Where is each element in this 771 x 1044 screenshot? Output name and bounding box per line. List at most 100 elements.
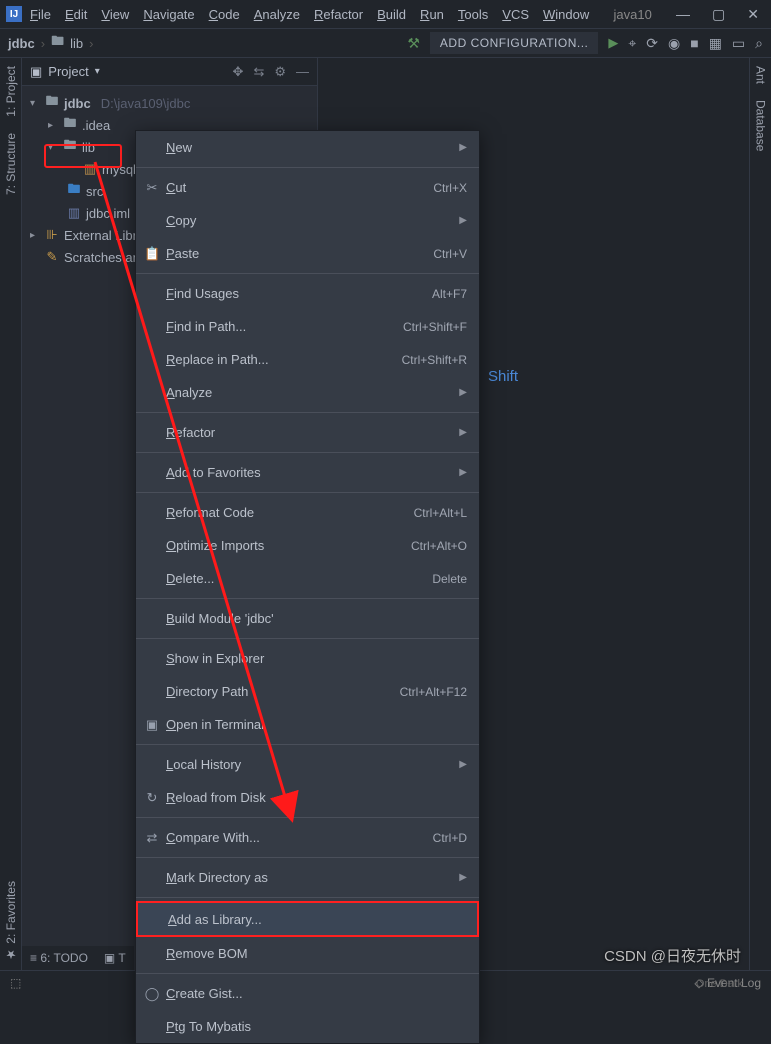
breadcrumb: jdbc › 🖿 lib ›	[8, 32, 93, 54]
context-menu-item[interactable]: Copy▶	[136, 204, 479, 237]
menu-analyze[interactable]: Analyze	[254, 7, 300, 22]
context-menu-item[interactable]: Mark Directory as▶	[136, 861, 479, 894]
scratch-icon: ✎	[44, 249, 60, 265]
menu-file[interactable]: File	[30, 7, 51, 22]
context-menu-item[interactable]: New▶	[136, 131, 479, 164]
source-folder-icon: 🖿	[66, 180, 82, 202]
git-icon[interactable]: ▦	[709, 35, 722, 52]
menu-shortcut: Ctrl+D	[433, 831, 467, 845]
context-menu-item[interactable]: ↻Reload from Disk	[136, 781, 479, 814]
toolbar: jdbc › 🖿 lib › ⚒ ADD CONFIGURATION... ▶ …	[0, 28, 771, 58]
context-menu-item[interactable]: ⇄Compare With...Ctrl+D	[136, 821, 479, 854]
chevron-right-icon[interactable]: ▸	[30, 230, 40, 241]
menu-view[interactable]: View	[101, 7, 129, 22]
breadcrumb-child[interactable]: lib	[70, 36, 83, 51]
context-menu-separator	[136, 897, 479, 898]
menu-edit[interactable]: Edit	[65, 7, 87, 22]
chevron-right-icon: ▶	[459, 142, 467, 153]
app-logo-icon: IJ	[6, 6, 22, 22]
close-button[interactable]: ✕	[747, 6, 759, 23]
profile-icon[interactable]: ◉	[668, 35, 680, 52]
target-icon[interactable]: ✥	[233, 64, 244, 80]
chevron-down-icon[interactable]: ▾	[30, 98, 40, 109]
window-controls: — ▢ ✕	[676, 6, 765, 23]
context-menu-item[interactable]: Directory PathCtrl+Alt+F12	[136, 675, 479, 708]
chevron-right-icon: ▶	[459, 215, 467, 226]
chevron-right-icon: ▶	[459, 427, 467, 438]
context-menu-item[interactable]: Find in Path...Ctrl+Shift+F	[136, 310, 479, 343]
context-menu-separator	[136, 598, 479, 599]
hide-icon[interactable]: —	[296, 64, 309, 80]
build-icon[interactable]: ⚒	[407, 35, 420, 52]
stop-icon[interactable]: ■	[690, 35, 698, 51]
menu-tools[interactable]: Tools	[458, 7, 488, 22]
bottom-tool-tabs: ≡ 6: TODO ▣ T	[22, 946, 134, 970]
context-menu-item[interactable]: Optimize ImportsCtrl+Alt+O	[136, 529, 479, 562]
bottom-tab-terminal[interactable]: ▣ T	[104, 951, 126, 965]
menu-lead-icon: ↻	[144, 790, 160, 806]
breadcrumb-root[interactable]: jdbc	[8, 36, 35, 51]
context-menu-item[interactable]: Remove BOM	[136, 937, 479, 970]
menu-code[interactable]: Code	[209, 7, 240, 22]
bottom-tab-todo[interactable]: ≡ 6: TODO	[30, 951, 88, 965]
title-right: java10	[613, 7, 651, 22]
side-tab-project[interactable]: 1: Project	[2, 58, 20, 125]
menu-navigate[interactable]: Navigate	[143, 7, 194, 22]
breadcrumb-sep-icon: ›	[41, 36, 45, 51]
main-menu: File Edit View Navigate Code Analyze Refactor B…	[30, 7, 589, 22]
context-menu-item[interactable]: Replace in Path...Ctrl+Shift+R	[136, 343, 479, 376]
context-menu-item[interactable]: Show in Explorer	[136, 642, 479, 675]
context-menu-item[interactable]: Add to Favorites▶	[136, 456, 479, 489]
add-configuration-button[interactable]: ADD CONFIGURATION...	[430, 32, 598, 54]
context-menu-separator	[136, 744, 479, 745]
coverage-icon[interactable]: ⟳	[646, 35, 658, 52]
context-menu-separator	[136, 167, 479, 168]
side-tab-favorites[interactable]: ★2: Favorites	[2, 873, 20, 970]
menu-lead-icon: ✂	[144, 180, 160, 196]
window-title-trail: java10	[613, 7, 651, 22]
run-icon[interactable]: ▶	[608, 35, 618, 51]
menu-shortcut: Ctrl+Alt+F12	[400, 685, 467, 699]
context-menu-item[interactable]: ▣Open in Terminal	[136, 708, 479, 741]
layout-icon[interactable]: ▭	[732, 35, 745, 52]
left-gutter: 1: Project 7: Structure ★2: Favorites	[0, 58, 22, 970]
side-tab-database[interactable]: Database	[752, 92, 770, 159]
context-menu-separator	[136, 817, 479, 818]
menu-window[interactable]: Window	[543, 7, 589, 22]
menu-shortcut: Delete	[432, 572, 467, 586]
gear-icon[interactable]: ⚙	[274, 64, 286, 80]
context-menu-item[interactable]: ✂CutCtrl+X	[136, 171, 479, 204]
chevron-right-icon[interactable]: ▸	[48, 120, 58, 131]
menu-vcs[interactable]: VCS	[502, 7, 529, 22]
menu-build[interactable]: Build	[377, 7, 406, 22]
context-menu-item[interactable]: Local History▶	[136, 748, 479, 781]
side-tab-ant[interactable]: Ant	[752, 58, 770, 92]
context-menu-item[interactable]: Find UsagesAlt+F7	[136, 277, 479, 310]
project-panel-title[interactable]: Project	[48, 64, 88, 79]
tree-root[interactable]: ▾ 🖿 jdbc D:\java109\jdbc	[22, 92, 317, 114]
context-menu-item[interactable]: Analyze▶	[136, 376, 479, 409]
dropdown-icon[interactable]: ▾	[95, 66, 100, 77]
context-menu-item[interactable]: Ptg To Mybatis	[136, 1010, 479, 1043]
titlebar: IJ File Edit View Navigate Code Analyze Refact…	[0, 0, 771, 28]
maximize-button[interactable]: ▢	[712, 6, 725, 23]
menu-shortcut: Ctrl+Shift+R	[402, 353, 467, 367]
context-menu-item[interactable]: 📋PasteCtrl+V	[136, 237, 479, 270]
folder-icon: 🖿	[62, 114, 78, 136]
side-tab-structure[interactable]: 7: Structure	[2, 125, 20, 203]
search-icon[interactable]: ⌕	[755, 35, 763, 52]
menu-refactor[interactable]: Refactor	[314, 7, 363, 22]
folder-icon: 🖿	[51, 32, 64, 54]
menu-run[interactable]: Run	[420, 7, 444, 22]
debug-icon[interactable]: ⌖	[628, 35, 636, 52]
menu-lead-icon: ▣	[144, 717, 160, 733]
minimize-button[interactable]: —	[676, 6, 690, 23]
right-gutter: Ant Database	[749, 58, 771, 970]
context-menu-item[interactable]: Refactor▶	[136, 416, 479, 449]
context-menu-item[interactable]: Build Module 'jdbc'	[136, 602, 479, 635]
watermark: CSDN @日夜无休时	[604, 945, 741, 966]
context-menu-item[interactable]: Delete...Delete	[136, 562, 479, 595]
context-menu-item[interactable]: Add as Library...	[136, 901, 479, 937]
context-menu-item[interactable]: Reformat CodeCtrl+Alt+L	[136, 496, 479, 529]
collapse-icon[interactable]: ⇆	[253, 64, 264, 80]
